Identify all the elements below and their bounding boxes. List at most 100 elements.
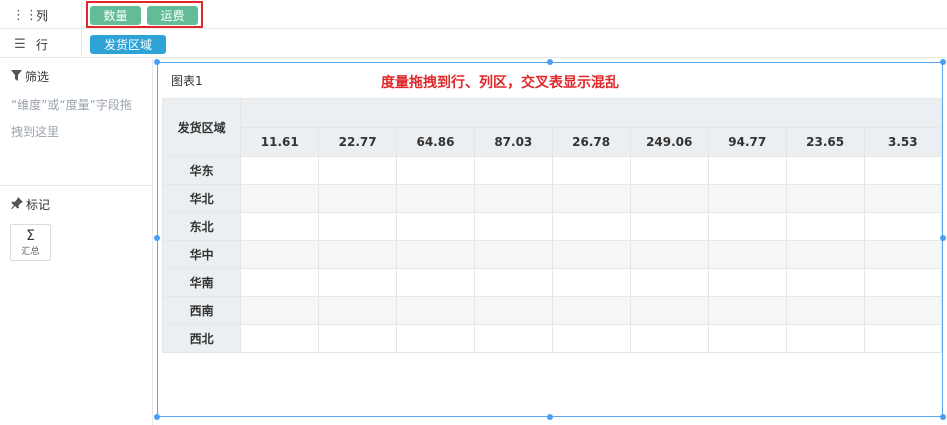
table-cell[interactable] (473, 184, 553, 213)
table-cell[interactable] (551, 240, 631, 269)
table-cell[interactable] (396, 268, 475, 297)
table-cell[interactable] (240, 184, 320, 213)
table-row: 华北 (161, 184, 942, 213)
table-cell[interactable] (629, 184, 709, 213)
row-header-cell[interactable]: 华南 (161, 268, 242, 297)
table-cell[interactable] (473, 212, 553, 241)
column-value-header[interactable]: 22.77 (318, 127, 398, 157)
table-cell[interactable] (785, 296, 865, 325)
table-cell[interactable] (707, 268, 787, 297)
table-cell[interactable] (473, 268, 553, 297)
table-cell[interactable] (785, 184, 865, 213)
row-header-cell[interactable]: 华北 (161, 184, 242, 213)
table-cell[interactable] (551, 184, 631, 213)
column-value-header[interactable]: 87.03 (473, 127, 553, 157)
row-dimension-header[interactable]: 发货区域 (161, 98, 242, 157)
table-cell[interactable] (473, 240, 553, 269)
table-cell[interactable] (629, 240, 709, 269)
table-cell[interactable] (629, 324, 709, 353)
column-value-header[interactable]: 3.53 (863, 127, 942, 157)
resize-handle-top-center[interactable] (547, 59, 553, 65)
table-cell[interactable] (551, 212, 631, 241)
rows-shelf[interactable]: ☰ 行 发货区域 (0, 30, 947, 58)
table-cell[interactable] (785, 268, 865, 297)
table-cell[interactable] (318, 296, 398, 325)
table-cell[interactable] (863, 324, 942, 353)
table-cell[interactable] (863, 212, 942, 241)
filter-drop-zone[interactable]: “维度”或“度量”字段拖拽到这里 (11, 92, 141, 146)
table-cell[interactable] (863, 184, 942, 213)
table-cell[interactable] (396, 296, 475, 325)
table-cell[interactable] (707, 324, 787, 353)
column-value-header[interactable]: 94.77 (707, 127, 787, 157)
table-cell[interactable] (473, 296, 553, 325)
table-row: 西南 (161, 296, 942, 325)
table-cell[interactable] (707, 296, 787, 325)
row-header-cell[interactable]: 东北 (161, 212, 242, 241)
table-row: 华中 (161, 240, 942, 269)
table-cell[interactable] (240, 296, 320, 325)
table-cell[interactable] (318, 156, 398, 185)
table-cell[interactable] (863, 156, 942, 185)
table-cell[interactable] (473, 324, 553, 353)
table-cell[interactable] (629, 212, 709, 241)
table-cell[interactable] (396, 156, 475, 185)
column-value-header[interactable]: 11.61 (240, 127, 320, 157)
table-cell[interactable] (318, 212, 398, 241)
table-cell[interactable] (707, 156, 787, 185)
resize-handle-middle-left[interactable] (154, 235, 160, 241)
table-cell[interactable] (707, 240, 787, 269)
table-cell[interactable] (396, 212, 475, 241)
table-cell[interactable] (707, 212, 787, 241)
row-field-pill-region[interactable]: 发货区域 (90, 35, 166, 54)
table-cell[interactable] (396, 240, 475, 269)
resize-handle-top-left[interactable] (154, 59, 160, 65)
table-cell[interactable] (396, 184, 475, 213)
column-value-header[interactable]: 64.86 (396, 127, 475, 157)
table-cell[interactable] (785, 240, 865, 269)
table-cell[interactable] (240, 212, 320, 241)
table-cell[interactable] (396, 324, 475, 353)
resize-handle-bottom-center[interactable] (547, 414, 553, 420)
table-cell[interactable] (629, 296, 709, 325)
table-cell[interactable] (551, 156, 631, 185)
column-value-header[interactable]: 249.06 (629, 127, 709, 157)
table-cell[interactable] (629, 156, 709, 185)
row-header-cell[interactable]: 西北 (161, 324, 242, 353)
columns-shelf-label-group: ⋮⋮⋮ 列 (12, 1, 82, 29)
table-cell[interactable] (551, 324, 631, 353)
table-cell[interactable] (785, 324, 865, 353)
resize-handle-top-right[interactable] (940, 59, 946, 65)
table-cell[interactable] (473, 156, 553, 185)
column-value-header[interactable]: 26.78 (551, 127, 631, 157)
row-header-cell[interactable]: 华中 (161, 240, 242, 269)
table-cell[interactable] (629, 268, 709, 297)
row-header-cell[interactable]: 华东 (161, 156, 242, 185)
resize-handle-bottom-left[interactable] (154, 414, 160, 420)
table-cell[interactable] (318, 184, 398, 213)
resize-handle-bottom-right[interactable] (940, 414, 946, 420)
table-cell[interactable] (785, 156, 865, 185)
table-cell[interactable] (240, 240, 320, 269)
table-cell[interactable] (785, 212, 865, 241)
table-cell[interactable] (863, 268, 942, 297)
table-cell[interactable] (318, 324, 398, 353)
table-cell[interactable] (318, 268, 398, 297)
column-header-top (240, 98, 942, 128)
aggregate-mark-button[interactable]: Σ 汇总 (10, 224, 51, 261)
filter-section-title: 筛选 (11, 68, 49, 85)
table-cell[interactable] (318, 240, 398, 269)
table-cell[interactable] (240, 324, 320, 353)
table-cell[interactable] (240, 156, 320, 185)
table-cell[interactable] (863, 240, 942, 269)
table-cell[interactable] (551, 296, 631, 325)
table-cell[interactable] (707, 184, 787, 213)
resize-handle-middle-right[interactable] (940, 235, 946, 241)
column-value-header[interactable]: 23.65 (785, 127, 865, 157)
table-cell[interactable] (863, 296, 942, 325)
filter-icon (11, 69, 22, 84)
table-cell[interactable] (240, 268, 320, 297)
row-header-cell[interactable]: 西南 (161, 296, 242, 325)
table-cell[interactable] (551, 268, 631, 297)
chart-component[interactable]: 图表1 度量拖拽到行、列区，交叉表显示混乱 发货区域 11.61 22.77 64.… (157, 62, 943, 417)
